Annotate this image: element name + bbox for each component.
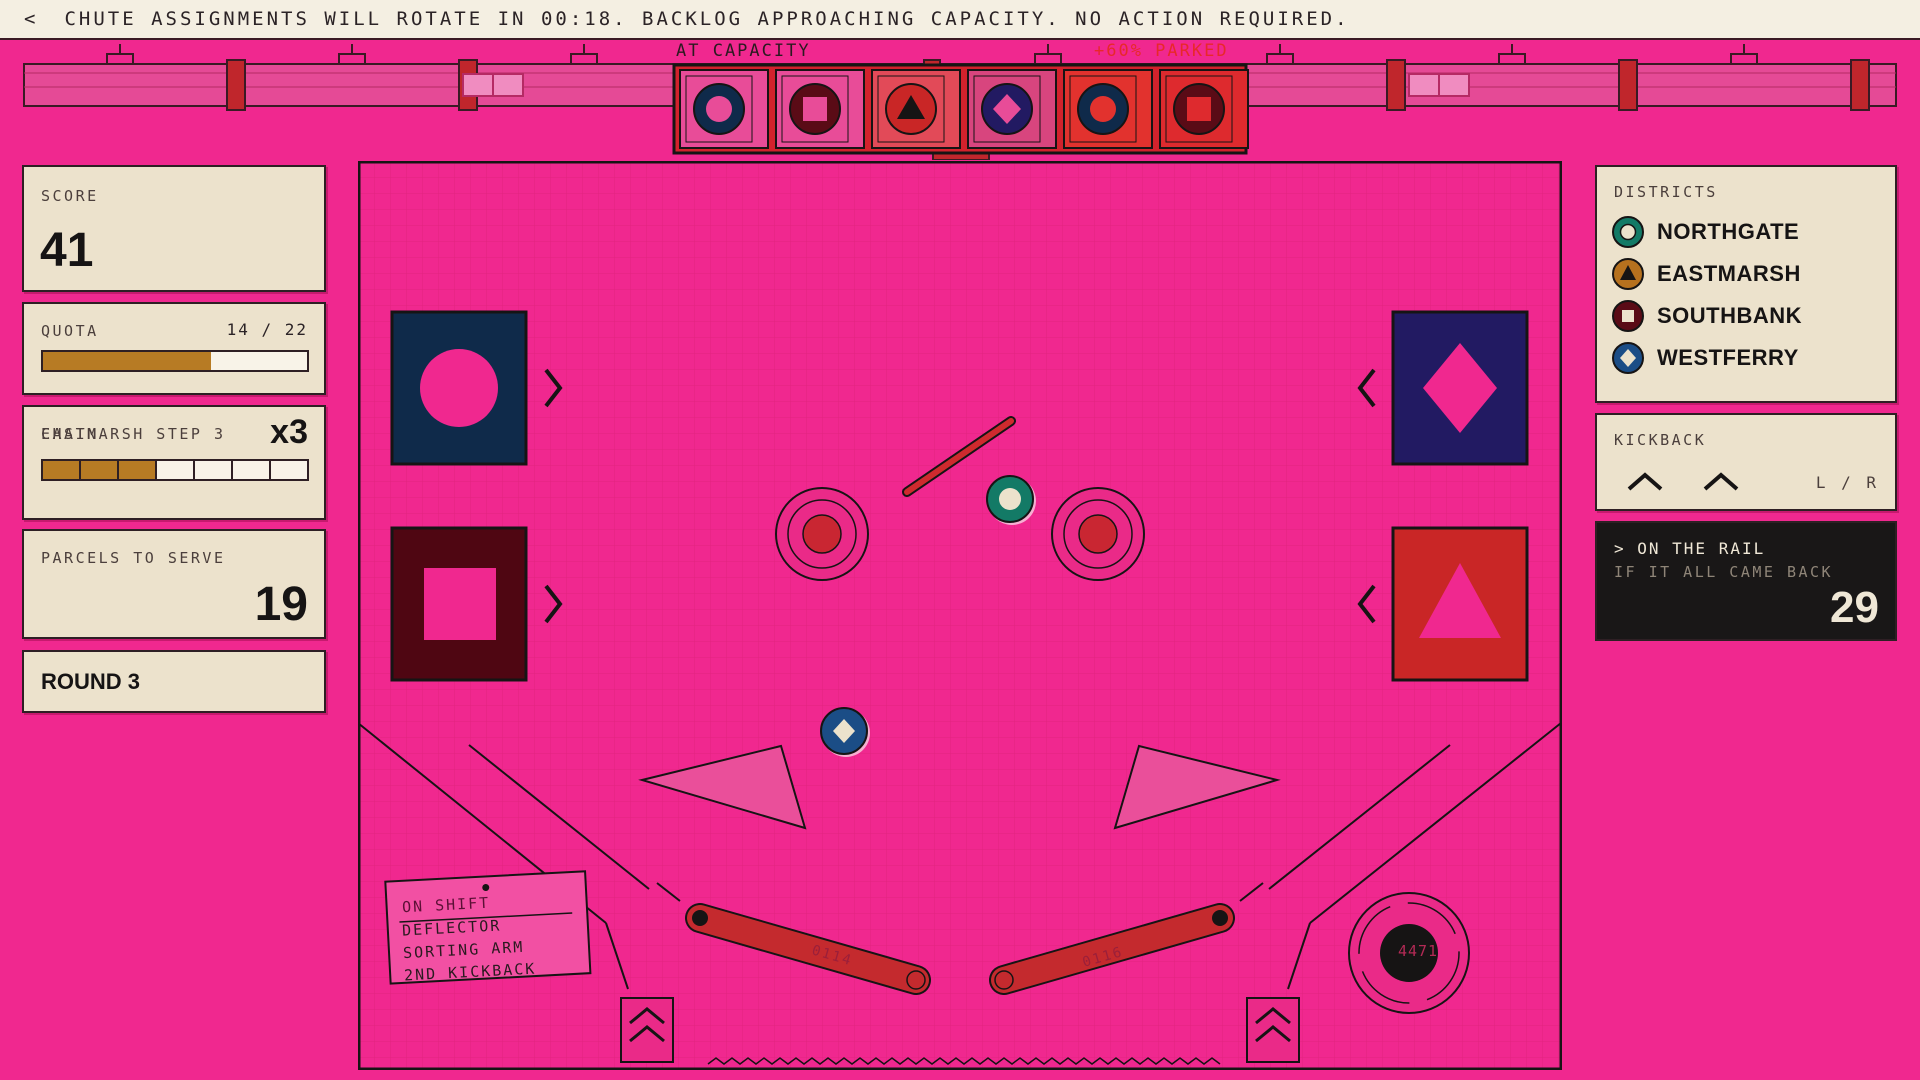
conveyor-track — [23, 44, 1897, 161]
rail-value: 29 — [1830, 583, 1879, 632]
chain-step-segment — [43, 461, 81, 479]
district-name: WESTFERRY — [1657, 345, 1799, 370]
district-name: SOUTHBANK — [1657, 303, 1803, 328]
announcement-ticker: < CHUTE ASSIGNMENTS WILL ROTATE IN 00:18… — [0, 0, 1920, 40]
kickback-sides: L / R — [1815, 473, 1879, 492]
chain-step-segment — [195, 461, 233, 479]
district-eastmarsh[interactable]: EASTMARSH — [1611, 257, 1801, 291]
parcel-counter-value: 4471 — [1397, 942, 1439, 960]
score-label: SCORE — [41, 187, 99, 205]
chain-step-segment — [233, 461, 271, 479]
square-icon — [1173, 83, 1225, 135]
playfield-canvas: 0114 0116 — [358, 161, 1562, 1070]
queue-slot — [679, 69, 769, 149]
parcels-value: 19 — [254, 578, 308, 631]
rail-subtitle: IF IT ALL CAME BACK — [1614, 563, 1834, 581]
quota-progress-bar — [41, 350, 309, 372]
diamond-icon — [981, 83, 1033, 135]
district-northgate[interactable]: NORTHGATE — [1611, 215, 1799, 249]
round-label: ROUND 3 — [41, 669, 141, 694]
triangle-icon — [1612, 258, 1644, 290]
parcel-conveyor: AT CAPACITY +60% PARKED — [0, 40, 1920, 161]
chain-district-step: EASTMARSH STEP 3 — [41, 425, 226, 443]
district-name: EASTMARSH — [1657, 261, 1801, 286]
kickback-lane-left — [620, 997, 674, 1063]
diamond-icon — [1612, 342, 1644, 374]
kickback-panel: KICKBACK L / R — [1595, 413, 1897, 511]
ring-icon — [1612, 216, 1644, 248]
queue-slot — [1159, 69, 1249, 149]
quota-count: 14 / 22 — [226, 320, 308, 339]
rail-panel: > ON THE RAIL IF IT ALL CAME BACK 29 — [1595, 521, 1897, 641]
chain-step-meter — [41, 459, 309, 481]
chain-step-segment — [119, 461, 157, 479]
quota-panel: QUOTA 14 / 22 — [22, 302, 326, 395]
score-panel: SCORE 41 — [22, 165, 326, 292]
square-icon — [1612, 300, 1644, 332]
queue-slot — [967, 69, 1057, 149]
ring-icon — [1077, 83, 1129, 135]
parcels-panel: PARCELS TO SERVE 19 — [22, 529, 326, 639]
pinball-playfield[interactable]: 0114 0116 ON SHIFT DEFLECTOR SORTING ARM… — [358, 161, 1562, 1070]
bumper-left — [775, 487, 869, 581]
bumper-right — [1051, 487, 1145, 581]
kickback-left-chevron-up-icon[interactable] — [1623, 467, 1667, 497]
square-icon — [789, 83, 841, 135]
triangle-icon — [885, 83, 937, 135]
chain-panel: CHAIN x3 EASTMARSH STEP 3 — [22, 405, 326, 520]
parcels-label: PARCELS TO SERVE — [41, 549, 226, 567]
quota-progress-fill — [43, 352, 211, 370]
chain-step-segment — [81, 461, 119, 479]
at-capacity-label: AT CAPACITY — [676, 41, 811, 61]
queue-slot — [1063, 69, 1153, 149]
back-button[interactable]: < — [24, 8, 38, 30]
districts-label: DISTRICTS — [1614, 183, 1718, 201]
queue-slot — [775, 69, 865, 149]
kickback-label: KICKBACK — [1614, 431, 1707, 449]
ticker-message: CHUTE ASSIGNMENTS WILL ROTATE IN 00:18. … — [64, 8, 1350, 30]
chain-step-segment — [157, 461, 195, 479]
round-panel: ROUND 3 — [22, 650, 326, 713]
district-westferry[interactable]: WESTFERRY — [1611, 341, 1799, 375]
district-southbank[interactable]: SOUTHBANK — [1611, 299, 1802, 333]
district-name: NORTHGATE — [1657, 219, 1800, 244]
districts-panel: DISTRICTS NORTHGATE EASTMARSH SOUTHBANK … — [1595, 165, 1897, 403]
parked-percent-label: +60% PARKED — [1094, 41, 1229, 61]
chain-multiplier: x3 — [270, 413, 308, 451]
chain-step-segment — [271, 461, 307, 479]
score-value: 41 — [40, 224, 94, 277]
queue-slot — [871, 69, 961, 149]
quota-label: QUOTA — [41, 322, 99, 340]
ring-icon — [693, 83, 745, 135]
kickback-lane-right — [1246, 997, 1300, 1063]
rail-title: > ON THE RAIL — [1614, 539, 1766, 558]
kickback-right-chevron-up-icon[interactable] — [1699, 467, 1743, 497]
